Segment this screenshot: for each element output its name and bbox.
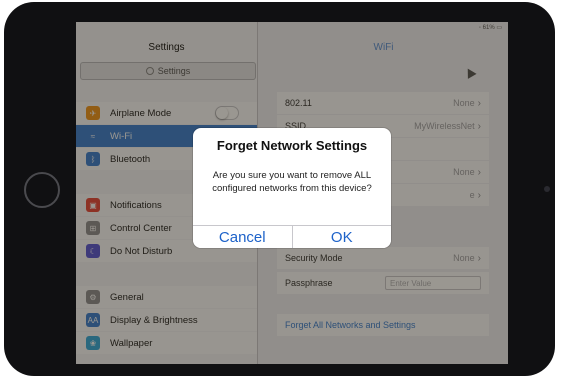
cancel-button[interactable]: Cancel: [193, 226, 292, 248]
ok-button[interactable]: OK: [291, 226, 391, 248]
alert-message: Are you sure you want to remove ALL conf…: [212, 170, 372, 194]
alert-title: Forget Network Settings: [216, 138, 368, 153]
forget-network-alert: Forget Network Settings Are you sure you…: [193, 128, 391, 248]
camera: [544, 186, 550, 192]
home-button[interactable]: [24, 172, 60, 208]
alert-actions: Cancel OK: [193, 225, 391, 248]
